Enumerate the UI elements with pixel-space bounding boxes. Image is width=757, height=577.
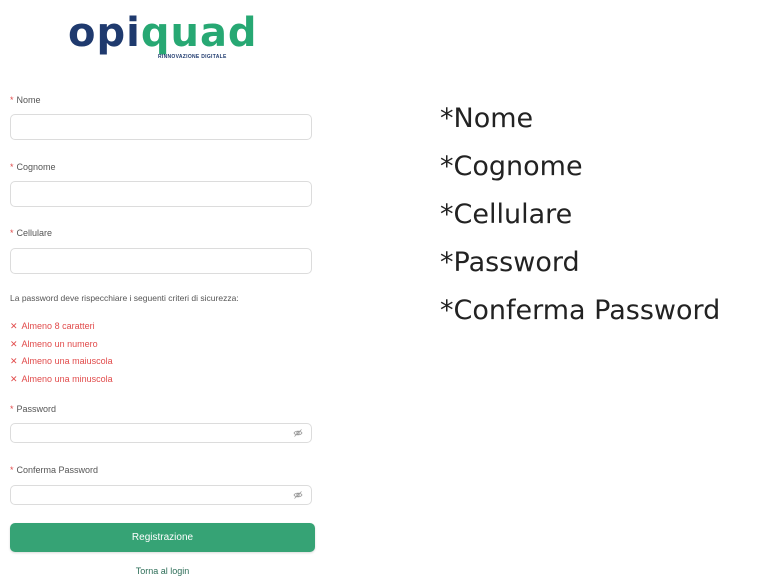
logo-wordmark: opiquad: [68, 10, 258, 56]
password-criteria-info: La password deve rispecchiare i seguenti…: [10, 293, 239, 303]
confirm-password-label: * Conferma Password: [10, 465, 99, 475]
password-input[interactable]: [10, 423, 312, 443]
required-field-item: *Cognome: [440, 151, 583, 182]
required-fields-list: *Nome *Cognome *Cellulare *Password *Con…: [440, 95, 720, 335]
criteria-item: ✕ Almeno una minuscola: [10, 373, 113, 384]
back-to-login-link[interactable]: Torna al login: [10, 566, 315, 576]
cognome-input[interactable]: [10, 181, 312, 207]
eye-off-icon[interactable]: [293, 490, 303, 500]
cognome-label: * Cognome: [10, 162, 56, 172]
criteria-item: ✕ Almeno un numero: [10, 338, 98, 349]
password-criteria-list: ✕ Almeno 8 caratteri ✕ Almeno un numero ✕ A…: [10, 318, 113, 388]
required-field-item: *Cellulare: [440, 199, 573, 230]
close-icon: ✕: [10, 356, 18, 366]
required-field-item: *Password: [440, 247, 580, 278]
cellulare-input[interactable]: [10, 248, 312, 274]
criteria-item: ✕ Almeno 8 caratteri: [10, 321, 95, 331]
registrazione-button[interactable]: Registrazione: [10, 523, 315, 552]
opiquad-logo: opiquad RINNOVAZIONE DIGITALE: [68, 12, 268, 66]
close-icon: ✕: [10, 338, 18, 349]
cellulare-label: * Cellulare: [10, 228, 53, 238]
confirm-password-input[interactable]: [10, 485, 312, 505]
required-field-item: *Conferma Password: [440, 295, 721, 326]
criteria-item: ✕ Almeno una maiuscola: [10, 356, 113, 366]
nome-label: * Nome: [10, 95, 41, 105]
nome-input[interactable]: [10, 114, 312, 140]
required-field-item: *Nome: [440, 103, 534, 134]
close-icon: ✕: [10, 373, 18, 384]
eye-off-icon[interactable]: [293, 428, 303, 438]
close-icon: ✕: [10, 321, 18, 331]
password-label: * Password: [10, 404, 57, 414]
logo-tagline: RINNOVAZIONE DIGITALE: [158, 54, 227, 60]
